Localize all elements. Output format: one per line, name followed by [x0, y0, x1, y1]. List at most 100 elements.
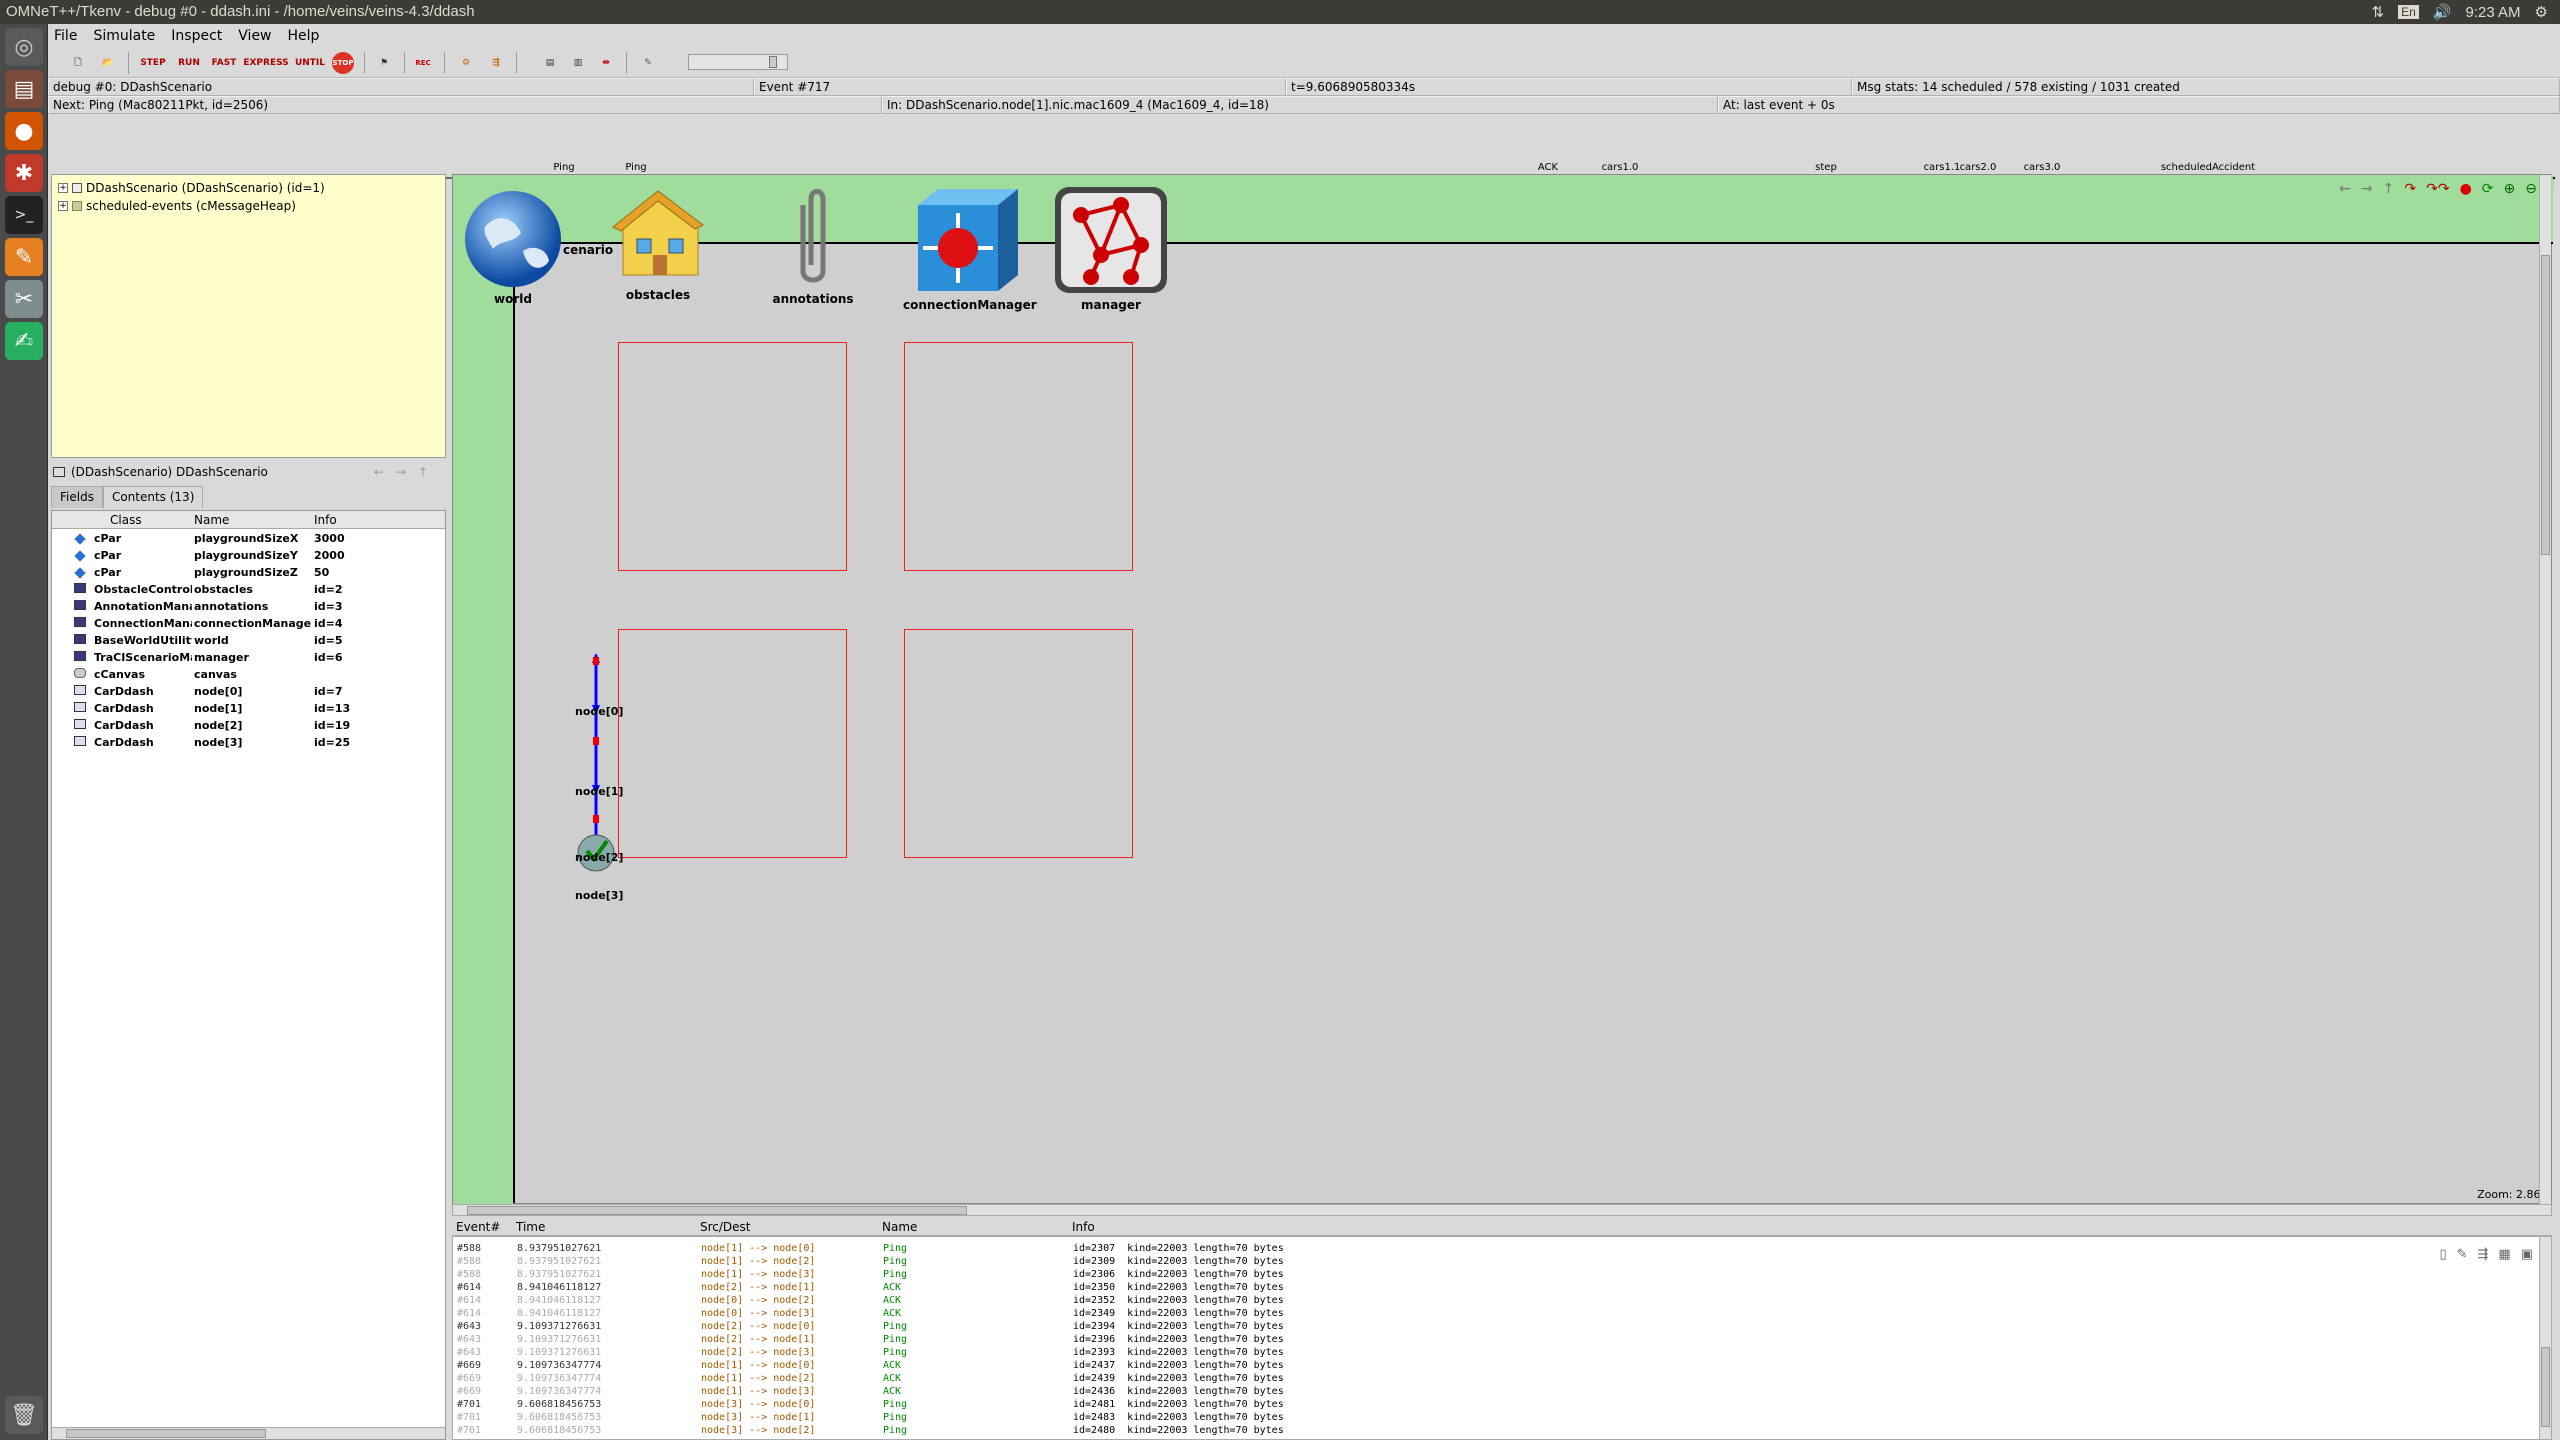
log-row[interactable]: #701 9.606818456753 node[3] --> node[1] Pin…: [453, 1412, 2551, 1425]
new-run-icon[interactable]: 🗋: [64, 52, 92, 74]
log-row[interactable]: #614 8.941046118127 node[0] --> node[3] ACK…: [453, 1308, 2551, 1321]
step-button[interactable]: STEP: [136, 52, 170, 74]
log-row[interactable]: #588 8.937951027621 node[1] --> node[2] Pin…: [453, 1256, 2551, 1269]
table-row[interactable]: TraCIScenarioMarmanager id=6: [52, 650, 445, 667]
column-src-dest[interactable]: Src/Dest: [700, 1220, 751, 1234]
timeline-event-label[interactable]: cars1.1: [1924, 162, 1961, 173]
record-button[interactable]: REC: [412, 52, 434, 74]
log-row[interactable]: #701 9.606818456753 node[3] --> node[2] Pin…: [453, 1425, 2551, 1438]
messages-view-icon[interactable]: ▦: [2498, 1247, 2510, 1262]
inspect-modules-icon[interactable]: ⇶: [482, 52, 510, 74]
timeline-event-label[interactable]: Ping: [625, 162, 646, 173]
keyboard-layout-indicator[interactable]: En: [2398, 5, 2419, 19]
forward-icon[interactable]: →: [2361, 181, 2373, 197]
column-event[interactable]: Event#: [456, 1220, 500, 1234]
log-row[interactable]: #669 9.109736347774 node[1] --> node[3] ACK…: [453, 1386, 2551, 1399]
files-icon[interactable]: ▤: [5, 70, 43, 108]
timeline-event-label[interactable]: step: [1815, 162, 1837, 173]
canvas-horizontal-scrollbar[interactable]: [452, 1204, 2552, 1216]
column-info[interactable]: Info: [314, 513, 337, 527]
settings-gear-icon[interactable]: ⚙: [2535, 3, 2548, 21]
menu-help[interactable]: Help: [288, 28, 320, 44]
fast-button[interactable]: FAST: [208, 52, 240, 74]
run-local-icon[interactable]: ↷: [2404, 181, 2416, 197]
split-horizontal-icon[interactable]: ▤: [536, 52, 564, 74]
tools-icon[interactable]: ✂: [5, 280, 43, 318]
find-icon[interactable]: ⇶: [2478, 1247, 2489, 1262]
fast-local-icon[interactable]: ↷↷: [2426, 181, 2449, 197]
inspect-network-icon[interactable]: ⚙: [452, 52, 480, 74]
table-row[interactable]: cPar playgroundSizeZ 50: [52, 565, 445, 582]
split-vertical-icon[interactable]: ▥: [564, 52, 592, 74]
menu-file[interactable]: File: [54, 28, 77, 44]
table-row[interactable]: cCanvas canvas: [52, 667, 445, 684]
log-row[interactable]: #643 9.109371276631 node[2] --> node[0] Pin…: [453, 1321, 2551, 1334]
log-row[interactable]: #588 8.937951027621 node[1] --> node[0] Pin…: [453, 1243, 2551, 1256]
node-0-label[interactable]: node[0]: [575, 705, 623, 718]
log-row[interactable]: #588 8.937951027621 node[1] --> node[3] Pin…: [453, 1269, 2551, 1282]
expand-icon[interactable]: +: [58, 201, 68, 211]
tab-fields[interactable]: Fields: [51, 486, 103, 508]
filter-icon[interactable]: ✎: [2457, 1247, 2468, 1262]
table-row[interactable]: AnnotationManagannotations id=3: [52, 599, 445, 616]
timeline-event-label[interactable]: cars3.0: [2024, 162, 2061, 173]
table-row[interactable]: cPar playgroundSizeY 2000: [52, 548, 445, 565]
table-row[interactable]: ObstacleControl obstacles id=2: [52, 582, 445, 599]
timeline-event-label[interactable]: cars1.0: [1602, 162, 1639, 173]
column-name[interactable]: Name: [882, 1220, 917, 1234]
table-row[interactable]: CarDdash node[0] id=7: [52, 684, 445, 701]
firefox-icon[interactable]: ●: [5, 112, 43, 150]
history-nav-icons[interactable]: ←→↑: [374, 465, 446, 479]
column-info[interactable]: Info: [1072, 1220, 1095, 1234]
back-icon[interactable]: ←: [2339, 181, 2351, 197]
object-tree[interactable]: + DDashScenario (DDashScenario) (id=1) +…: [51, 174, 446, 458]
menu-view[interactable]: View: [238, 28, 271, 44]
menu-simulate[interactable]: Simulate: [93, 28, 155, 44]
until-button[interactable]: UNTIL: [292, 52, 328, 74]
load-ned-icon[interactable]: 📂: [94, 52, 122, 74]
zoom-in-icon[interactable]: ⊕: [2504, 181, 2516, 197]
column-class[interactable]: Class: [110, 513, 142, 527]
node-1-label[interactable]: node[1]: [575, 785, 623, 798]
tab-contents[interactable]: Contents (13): [102, 486, 204, 508]
log-row[interactable]: #643 9.109371276631 node[2] --> node[3] Pin…: [453, 1347, 2551, 1360]
clock[interactable]: 9:23 AM: [2466, 4, 2521, 21]
trash-icon[interactable]: 🗑: [5, 1396, 43, 1434]
obstacle-polygon[interactable]: [618, 342, 847, 571]
relayout-icon[interactable]: ⟳: [2482, 181, 2494, 197]
timeline-toggle-icon[interactable]: ⇹: [592, 52, 620, 74]
log-row[interactable]: #614 8.941046118127 node[2] --> node[1] ACK…: [453, 1282, 2551, 1295]
tree-item-scheduled-events[interactable]: + scheduled-events (cMessageHeap): [58, 197, 296, 215]
volume-icon[interactable]: 🔊: [2433, 3, 2452, 21]
options-icon[interactable]: ✎: [634, 52, 662, 74]
log-scrollbar[interactable]: [2539, 1237, 2551, 1439]
tree-item-scenario[interactable]: + DDashScenario (DDashScenario) (id=1): [58, 179, 325, 197]
table-row[interactable]: CarDdash node[2] id=19: [52, 718, 445, 735]
table-row[interactable]: BaseWorldUtility world id=5: [52, 633, 445, 650]
timeline-event-label[interactable]: Ping: [553, 162, 574, 173]
column-name[interactable]: Name: [194, 513, 229, 527]
log-row[interactable]: #669 9.109736347774 node[1] --> node[0] ACK…: [453, 1360, 2551, 1373]
horizontal-scrollbar[interactable]: [52, 1427, 445, 1439]
module-annotations[interactable]: annotations: [763, 185, 863, 306]
module-connectionManager[interactable]: connectionManager: [903, 185, 1037, 312]
table-row[interactable]: CarDdash node[3] id=25: [52, 735, 445, 752]
timeline-event-label[interactable]: ACK: [1538, 162, 1559, 173]
menu-inspect[interactable]: Inspect: [171, 28, 222, 44]
obstacle-polygon[interactable]: [904, 629, 1133, 858]
stop-local-icon[interactable]: ●: [2460, 181, 2472, 197]
vertical-scrollbar[interactable]: [2539, 175, 2551, 1205]
module-manager[interactable]: manager: [1051, 185, 1171, 312]
node-2-label[interactable]: node[2]: [575, 851, 623, 864]
log-row[interactable]: #669 9.109736347774 node[1] --> node[2] ACK…: [453, 1373, 2551, 1386]
timeline-event-label[interactable]: scheduledAccident: [2161, 162, 2255, 173]
table-row[interactable]: ConnectionManagconnectionManagerid=4: [52, 616, 445, 633]
parent-icon[interactable]: ↑: [2383, 181, 2395, 197]
animation-speed-slider[interactable]: [688, 54, 788, 70]
obstacle-polygon[interactable]: [904, 342, 1133, 571]
copy-icon[interactable]: ▯: [2439, 1247, 2446, 1262]
column-time[interactable]: Time: [516, 1220, 545, 1234]
finish-icon[interactable]: ⚑: [370, 52, 398, 74]
run-button[interactable]: RUN: [174, 52, 204, 74]
module-world[interactable]: world: [463, 189, 563, 306]
